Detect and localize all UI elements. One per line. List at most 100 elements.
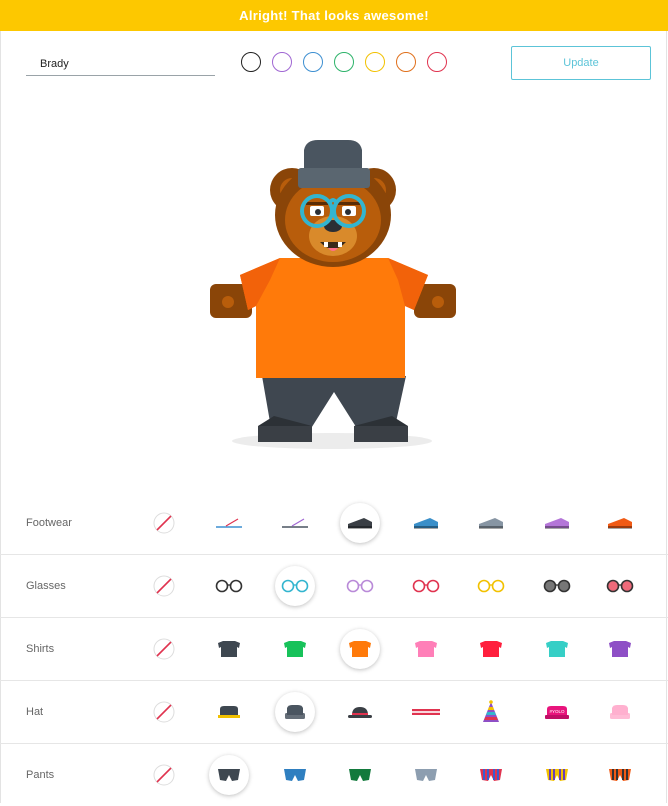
pants-option-7[interactable]	[600, 755, 640, 795]
footwear-option-0[interactable]	[144, 503, 184, 543]
shirt-icon	[283, 640, 307, 658]
color-swatch-black[interactable]	[241, 52, 261, 72]
shirts-option-1[interactable]	[209, 629, 249, 669]
hat-option-1[interactable]	[209, 692, 249, 732]
shirt-icon	[414, 640, 438, 658]
footwear-option-7[interactable]	[600, 503, 640, 543]
color-swatch-red[interactable]	[427, 52, 447, 72]
pants-option-1[interactable]	[209, 755, 249, 795]
striped-pants-icon	[545, 768, 569, 782]
hat-option-6[interactable]: #YOLO	[537, 692, 577, 732]
sandal-icon	[214, 516, 244, 530]
pants-icon	[348, 768, 372, 782]
glasses-icon	[281, 579, 309, 593]
category-row-glasses: Glasses	[0, 555, 668, 618]
yolo-cap-icon: #YOLO	[543, 704, 571, 720]
cap-icon	[216, 705, 242, 719]
category-label: Glasses	[26, 580, 66, 592]
category-label: Hat	[26, 706, 44, 718]
shirt-icon	[348, 640, 372, 658]
hat-option-0[interactable]	[144, 692, 184, 732]
bowler-icon	[346, 705, 374, 719]
shirt-icon	[545, 640, 569, 658]
footwear-option-2[interactable]	[275, 503, 315, 543]
glasses-icon	[215, 579, 243, 593]
none-icon	[153, 764, 175, 786]
sunglasses-icon	[606, 579, 634, 593]
category-label: Footwear	[26, 517, 72, 529]
pants-option-5[interactable]	[471, 755, 511, 795]
shoe-icon	[347, 516, 373, 530]
glasses-icon	[412, 579, 440, 593]
none-icon	[153, 575, 175, 597]
none-icon	[153, 701, 175, 723]
pants-option-4[interactable]	[406, 755, 446, 795]
glasses-icon	[346, 579, 374, 593]
color-swatch-green[interactable]	[334, 52, 354, 72]
glasses-option-3[interactable]	[340, 566, 380, 606]
glasses-option-5[interactable]	[471, 566, 511, 606]
shirts-option-3[interactable]	[340, 629, 380, 669]
footwear-option-4[interactable]	[406, 503, 446, 543]
none-icon	[153, 512, 175, 534]
category-row-shirts: Shirts	[0, 618, 668, 681]
sandal-icon	[280, 516, 310, 530]
striped-pants-icon	[479, 768, 503, 782]
shirts-option-6[interactable]	[537, 629, 577, 669]
shirts-option-4[interactable]	[406, 629, 446, 669]
shoe-icon	[413, 516, 439, 530]
color-swatch-purple[interactable]	[272, 52, 292, 72]
shirt-icon	[217, 640, 241, 658]
shirts-option-5[interactable]	[471, 629, 511, 669]
svg-text:#YOLO: #YOLO	[549, 709, 565, 714]
bear-preview	[210, 140, 456, 449]
party-hat-icon	[481, 700, 501, 724]
category-label: Pants	[26, 769, 55, 781]
color-swatch-yellow[interactable]	[365, 52, 385, 72]
shoe-icon	[544, 516, 570, 530]
glasses-option-1[interactable]	[209, 566, 249, 606]
update-button[interactable]: Update	[511, 46, 651, 80]
bear-name-input[interactable]	[26, 52, 215, 76]
shirts-option-7[interactable]	[600, 629, 640, 669]
color-swatch-orange[interactable]	[396, 52, 416, 72]
footwear-option-1[interactable]	[209, 503, 249, 543]
bear-right-shoe	[354, 426, 408, 442]
glasses-option-7[interactable]	[600, 566, 640, 606]
shirts-option-0[interactable]	[144, 629, 184, 669]
glasses-option-4[interactable]	[406, 566, 446, 606]
striped-pants-icon	[608, 768, 632, 782]
bear-left-shoe	[258, 426, 312, 442]
hat-option-4[interactable]	[406, 692, 446, 732]
pants-option-2[interactable]	[275, 755, 315, 795]
glasses-option-2[interactable]	[275, 566, 315, 606]
none-icon	[153, 638, 175, 660]
hat-option-2[interactable]	[275, 692, 315, 732]
hat-option-3[interactable]	[340, 692, 380, 732]
pants-option-3[interactable]	[340, 755, 380, 795]
pants-icon	[414, 768, 438, 782]
category-row-pants: Pants	[0, 744, 668, 806]
footwear-option-3[interactable]	[340, 503, 380, 543]
footwear-option-5[interactable]	[471, 503, 511, 543]
glasses-option-6[interactable]	[537, 566, 577, 606]
pants-icon	[283, 768, 307, 782]
hat-option-5[interactable]	[471, 692, 511, 732]
beanie-icon	[284, 704, 306, 720]
sunglasses-icon	[543, 579, 571, 593]
headband-icon	[411, 707, 441, 717]
shoe-icon	[607, 516, 633, 530]
shoe-icon	[478, 516, 504, 530]
shirt-icon	[479, 640, 503, 658]
glasses-option-0[interactable]	[144, 566, 184, 606]
glasses-icon	[477, 579, 505, 593]
hat-option-7[interactable]	[600, 692, 640, 732]
beanie-icon	[609, 704, 631, 720]
color-swatch-blue[interactable]	[303, 52, 323, 72]
pants-option-6[interactable]	[537, 755, 577, 795]
pants-option-0[interactable]	[144, 755, 184, 795]
shirts-option-2[interactable]	[275, 629, 315, 669]
shirt-icon	[608, 640, 632, 658]
category-row-footwear: Footwear	[0, 492, 668, 555]
footwear-option-6[interactable]	[537, 503, 577, 543]
